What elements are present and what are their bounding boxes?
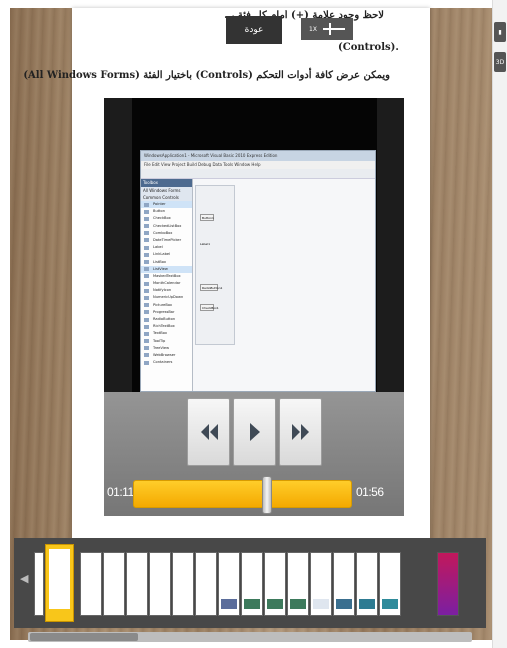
toolbox-item: NotifyIcon [141,287,192,294]
thumbnail-preview [382,599,398,609]
ide-titlebar: WindowsApplication1 - Microsoft Visual B… [141,151,375,161]
toolbox-item: CheckedListBox [141,223,192,230]
thumbnail-active-page [49,549,70,609]
thumbnail-page[interactable] [80,552,102,616]
thumbnail-page[interactable] [356,552,378,616]
seek-bar[interactable] [133,480,352,508]
thumbnail-preview [313,599,329,609]
3d-toggle-button[interactable]: 3D [494,52,506,72]
rewind-icon [200,424,218,440]
toolbox-item: ListView [141,265,192,273]
toolbox-item: RadioButton [141,316,192,323]
right-toolbar [492,0,507,648]
toolbox-item: MonthCalendar [141,280,192,287]
form-label-1: Label1 [200,242,211,246]
thumbnail-page[interactable] [333,552,355,616]
form-button-1: Button1 [200,214,214,221]
toolbox-item: Pointer [141,201,192,209]
play-icon [249,423,260,441]
thumbnail-page[interactable] [126,552,148,616]
thumbnail-page[interactable] [287,552,309,616]
toolbox-item: MaskedTextBox [141,273,192,280]
thumbnail-preview [221,599,237,609]
thumbnail-scrollbar-thumb[interactable] [30,633,138,641]
page-text-line-2: (Controls). [338,42,399,53]
thumbnail-page[interactable] [149,552,171,616]
seek-handle[interactable] [262,476,272,514]
form-radiobutton-1: RadioButton1 [200,284,223,291]
toolbox-item: ProgressBar [141,309,192,316]
thumbnail-page[interactable] [172,552,194,616]
toolbox-item: ComboBox [141,230,192,237]
fast-forward-icon [291,424,309,440]
ide-toolbox: Toolbox All Windows Forms Common Control… [141,179,193,391]
toolbox-item: Button [141,208,192,215]
toolbox-section-all: All Windows Forms [141,187,192,194]
fast-forward-button[interactable] [279,398,322,466]
form-designer: Button1 Label1 RadioButton1 CheckBox1 [195,185,235,345]
toolbox-item: ListBox [141,259,192,266]
thumbnail-page[interactable] [379,552,401,616]
toolbox-section-common: Common Controls [141,194,192,201]
rewind-button[interactable] [187,398,230,466]
toolbox-item: Containers [141,359,192,366]
form-checkbox-1: CheckBox1 [200,304,219,311]
chevron-left-icon[interactable]: ◀ [20,572,28,585]
thumbnail-preview [267,599,283,609]
zoom-label: 1X [309,25,317,33]
back-button[interactable]: عودة [226,16,282,44]
play-button[interactable] [233,398,276,466]
thumbnail-preview [290,599,306,609]
thumbnail-active[interactable] [45,544,74,622]
toolbox-title: Toolbox [141,179,192,187]
zoom-knob[interactable] [328,23,331,35]
total-time: 01:56 [356,485,384,499]
thumbnail-preview [244,599,260,609]
thumbnail-cover[interactable] [437,552,459,616]
zoom-track[interactable] [322,23,345,35]
zoom-slider[interactable]: 1X [301,18,353,40]
toolbox-item: NumericUpDown [141,294,192,301]
thumbnail-page[interactable] [34,552,44,616]
thumbnail-page[interactable] [103,552,125,616]
toolbox-item: WebBrowser [141,352,192,359]
current-time: 01:11 [107,485,134,499]
thumbnail-page[interactable] [241,552,263,616]
thumbnail-preview [359,599,375,609]
thumbnail-page[interactable] [218,552,240,616]
toolbox-item: PictureBox [141,302,192,309]
toolbox-item: TextBox [141,330,192,337]
thumbnail-page[interactable] [310,552,332,616]
toolbox-items: Pointer Button CheckBox CheckedListBox Combo… [141,201,192,366]
ide-toolbar [141,169,375,179]
side-button-1[interactable]: ▮ [494,22,506,42]
toolbox-item: TreeView [141,345,192,352]
toolbox-item: DateTimePicker [141,237,192,244]
thumbnail-page[interactable] [264,552,286,616]
thumbnail-page[interactable] [195,552,217,616]
page-text-line-3: ويمكن عرض كافة أدوات التحكم (Controls) ب… [23,70,390,81]
toolbox-item: ToolTip [141,338,192,345]
toolbox-item: Label [141,244,192,251]
thumbnail-preview [336,599,352,609]
ide-menubar: File Edit View Project Build Debug Data … [141,161,375,169]
video-screenshot-ide: WindowsApplication1 - Microsoft Visual B… [140,150,376,392]
toolbox-item: LinkLabel [141,251,192,258]
toolbox-item: CheckBox [141,215,192,222]
toolbox-item: RichTextBox [141,323,192,330]
